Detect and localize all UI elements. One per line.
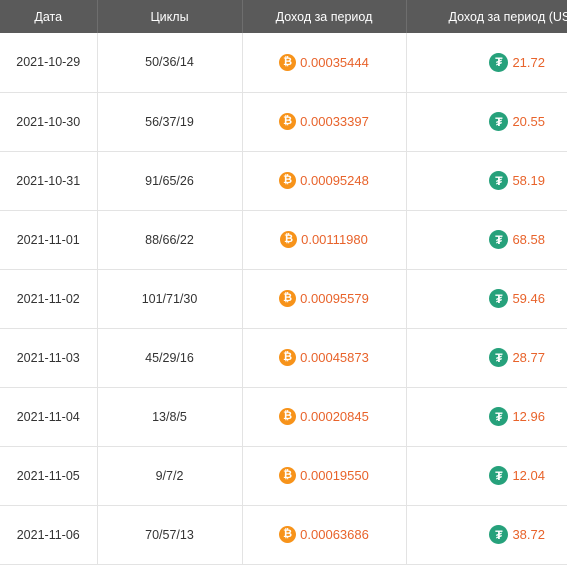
usdt-income-cell: ₮ 59.46	[406, 269, 567, 329]
usdt-income-value: 58.19	[512, 173, 545, 188]
table-row: 2021-11-06 70/57/13 ₿ 0.00063686 ₮ 38.72	[0, 505, 567, 565]
tether-icon: ₮	[489, 171, 509, 190]
usdt-income-value: 12.96	[512, 409, 545, 424]
btc-income-cell: ₿ 0.00033397	[242, 92, 407, 152]
cycles-cell: 13/8/5	[97, 387, 243, 447]
tether-icon: ₮	[489, 348, 509, 367]
tether-icon: ₮	[489, 112, 509, 131]
tether-icon: ₮	[489, 289, 509, 308]
table-row: 2021-11-05 9/7/2 ₿ 0.00019550 ₮ 12.04	[0, 446, 567, 506]
bitcoin-icon: ₿	[279, 467, 297, 484]
cycles-cell: 9/7/2	[97, 446, 243, 506]
btc-income-cell: ₿ 0.00020845	[242, 387, 407, 447]
bitcoin-icon: ₿	[279, 172, 297, 189]
tether-icon: ₮	[489, 230, 509, 249]
usdt-income-cell: ₮ 20.55	[406, 92, 567, 152]
usdt-income-value: 38.72	[512, 527, 545, 542]
date-cell: 2021-10-29	[0, 33, 98, 93]
tether-icon: ₮	[489, 466, 509, 485]
usdt-income-value: 21.72	[512, 54, 545, 70]
date-cell: 2021-11-01	[0, 210, 98, 270]
table-row: 2021-11-01 88/66/22 ₿ 0.00111980 ₮ 68.58	[0, 210, 567, 270]
btc-income-value: 0.00020845	[300, 409, 369, 424]
btc-income-value: 0.00095248	[300, 173, 369, 188]
btc-income-cell: ₿ 0.00019550	[242, 446, 407, 506]
btc-income-cell: ₿ 0.00095579	[242, 269, 407, 329]
header-income[interactable]: Доход за период	[242, 0, 407, 33]
date-cell: 2021-11-04	[0, 387, 98, 447]
table-row: 2021-10-29 50/36/14 ₿ 0.00035444 ₮ 21.72	[0, 33, 567, 93]
btc-income-value: 0.00035444	[300, 54, 369, 70]
date-cell: 2021-11-03	[0, 328, 98, 388]
usdt-income-value: 59.46	[512, 291, 545, 306]
date-cell: 2021-10-30	[0, 92, 98, 152]
usdt-income-cell: ₮ 58.19	[406, 151, 567, 211]
cycles-cell: 101/71/30	[97, 269, 243, 329]
btc-income-value: 0.00095579	[300, 291, 369, 306]
usdt-income-value: 28.77	[512, 350, 545, 365]
usdt-income-value: 68.58	[512, 232, 545, 247]
usdt-income-cell: ₮ 68.58	[406, 210, 567, 270]
usdt-income-cell: ₮ 12.04	[406, 446, 567, 506]
cycles-cell: 91/65/26	[97, 151, 243, 211]
btc-income-value: 0.00111980	[301, 232, 368, 247]
btc-income-cell: ₿ 0.00045873	[242, 328, 407, 388]
btc-income-value: 0.00045873	[300, 350, 369, 365]
bitcoin-icon: ₿	[279, 113, 297, 130]
bitcoin-icon: ₿	[280, 231, 298, 248]
btc-income-value: 0.00033397	[300, 114, 369, 129]
cycles-cell: 70/57/13	[97, 505, 243, 565]
table-row: 2021-11-03 45/29/16 ₿ 0.00045873 ₮ 28.77	[0, 328, 567, 388]
usdt-income-value: 12.04	[512, 468, 545, 483]
date-cell: 2021-11-02	[0, 269, 98, 329]
bitcoin-icon: ₿	[279, 53, 297, 71]
btc-income-cell: ₿ 0.00035444	[242, 33, 407, 93]
table-row: 2021-11-04 13/8/5 ₿ 0.00020845 ₮ 12.96	[0, 387, 567, 447]
bitcoin-icon: ₿	[279, 408, 297, 425]
tether-icon: ₮	[489, 525, 509, 544]
tether-icon: ₮	[489, 407, 509, 426]
btc-income-cell: ₿ 0.00063686	[242, 505, 407, 565]
usdt-income-cell: ₮ 28.77	[406, 328, 567, 388]
date-cell: 2021-11-05	[0, 446, 98, 506]
header-cycles[interactable]: Циклы	[97, 0, 243, 33]
header-income-usdt[interactable]: Доход за период (USDT)	[406, 0, 567, 33]
btc-income-value: 0.00019550	[300, 468, 369, 483]
income-table: Дата Циклы Доход за период Доход за пери…	[0, 0, 567, 565]
usdt-income-cell: ₮ 12.96	[406, 387, 567, 447]
cycles-cell: 56/37/19	[97, 92, 243, 152]
usdt-income-cell: ₮ 21.72	[406, 33, 567, 93]
table-row: 2021-10-30 56/37/19 ₿ 0.00033397 ₮ 20.55	[0, 92, 567, 152]
table-row: 2021-10-31 91/65/26 ₿ 0.00095248 ₮ 58.19	[0, 151, 567, 211]
cycles-cell: 50/36/14	[97, 33, 243, 93]
usdt-income-cell: ₮ 38.72	[406, 505, 567, 565]
btc-income-cell: ₿ 0.00095248	[242, 151, 407, 211]
bitcoin-icon: ₿	[279, 290, 297, 307]
table-header: Дата Циклы Доход за период Доход за пери…	[0, 0, 567, 33]
btc-income-value: 0.00063686	[300, 527, 369, 542]
cycles-cell: 88/66/22	[97, 210, 243, 270]
date-cell: 2021-10-31	[0, 151, 98, 211]
table-row: 2021-11-02 101/71/30 ₿ 0.00095579 ₮ 59.46	[0, 269, 567, 329]
bitcoin-icon: ₿	[279, 349, 297, 366]
cycles-cell: 45/29/16	[97, 328, 243, 388]
table-body: 2021-10-29 50/36/14 ₿ 0.00035444 ₮ 21.72 2021-…	[0, 33, 567, 565]
bitcoin-icon: ₿	[279, 526, 297, 543]
btc-income-cell: ₿ 0.00111980	[242, 210, 407, 270]
header-date[interactable]: Дата	[0, 0, 98, 33]
date-cell: 2021-11-06	[0, 505, 98, 565]
tether-icon: ₮	[489, 52, 509, 72]
usdt-income-value: 20.55	[512, 114, 545, 129]
